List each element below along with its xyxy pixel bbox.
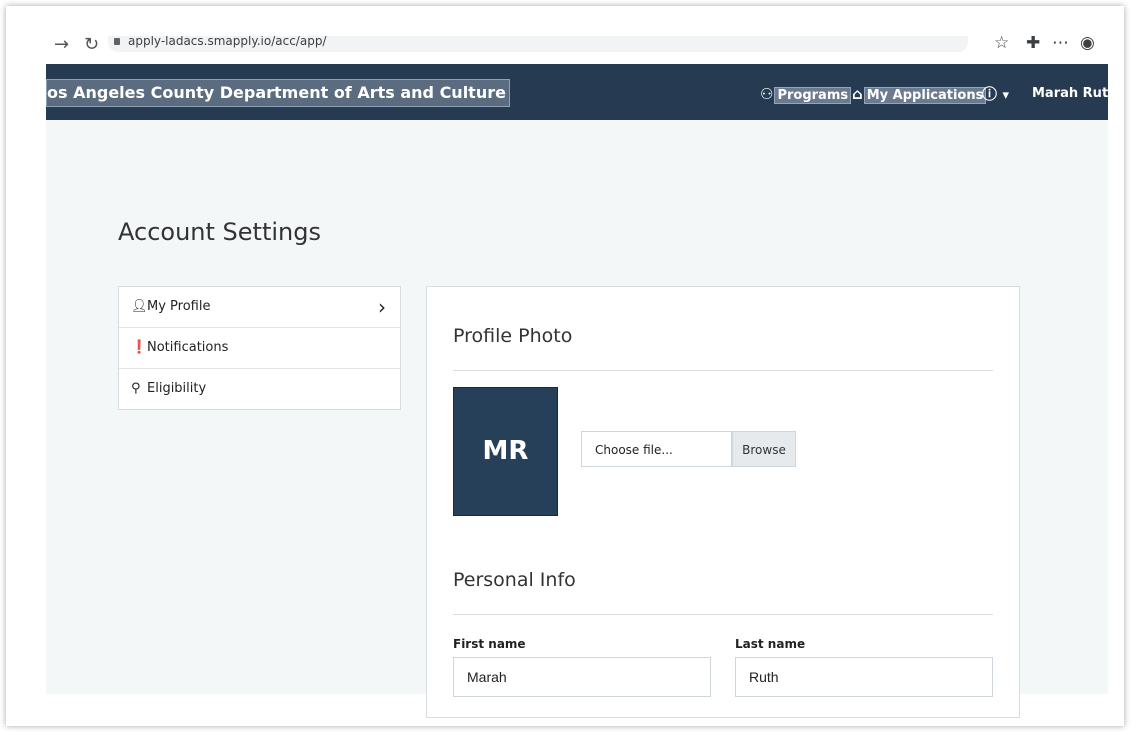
chevron-right-icon: › — [378, 295, 386, 319]
chevron-down-icon: ▾ — [998, 88, 1010, 103]
browser-toolbar: → ↻ apply-ladacs.smapply.io/acc/app/ ☆ ✚… — [46, 36, 1108, 64]
divider — [453, 370, 993, 371]
address-bar-url: apply-ladacs.smapply.io/acc/app/ — [128, 36, 327, 48]
alert-icon: ❗ — [131, 340, 148, 355]
settings-sidebar: 👤︎My Profile › ❗Notifications ⚲ Eligibili… — [118, 286, 401, 410]
nav-my-applications-label: My Applications — [863, 87, 987, 104]
site-brand[interactable]: os Angeles County Department of Arts and… — [46, 79, 510, 107]
more-icon[interactable]: ⋯ — [1052, 36, 1069, 53]
top-navbar: os Angeles County Department of Arts and… — [46, 64, 1117, 120]
first-name-field[interactable]: Marah — [453, 657, 711, 697]
last-name-field[interactable]: Ruth — [735, 657, 993, 697]
file-chooser-input[interactable]: Choose file... — [581, 431, 732, 467]
sidebar-item-eligibility[interactable]: ⚲ Eligibility — [119, 369, 400, 409]
bookmark-icon[interactable]: ☆ — [994, 36, 1009, 53]
nav-my-applications[interactable]: ⌂ My Applications — [852, 83, 987, 105]
page-title: Account Settings — [118, 218, 321, 246]
user-menu[interactable]: Marah Ruth — [1032, 83, 1117, 105]
back-arrow-icon[interactable]: → — [54, 36, 69, 55]
nav-programs[interactable]: ⚇ Programs — [760, 83, 852, 105]
profile-icon[interactable]: ◉ — [1080, 36, 1095, 53]
first-name-label: First name — [453, 637, 526, 651]
profile-photo-heading: Profile Photo — [453, 325, 573, 347]
extensions-icon[interactable]: ✚ — [1026, 36, 1040, 53]
nav-programs-label: Programs — [774, 87, 852, 104]
avatar: MR — [453, 387, 558, 516]
profile-panel: Profile Photo MR Choose file... Browse P… — [426, 286, 1020, 718]
user-icon: 👤︎ — [131, 299, 148, 314]
sidebar-item-notifications[interactable]: ❗Notifications — [119, 328, 400, 369]
home-icon: ⌂ — [852, 85, 863, 103]
info-icon: ⓘ — [982, 85, 998, 103]
sidebar-item-label: My Profile — [147, 299, 211, 314]
main-content: Account Settings 👤︎My Profile › ❗Notific… — [46, 120, 1108, 718]
divider — [453, 614, 993, 615]
sidebar-item-label: Notifications — [147, 340, 229, 355]
sidebar-item-my-profile[interactable]: 👤︎My Profile › — [119, 287, 400, 328]
ribbon-icon: ⚇ — [760, 85, 774, 103]
browse-button[interactable]: Browse — [732, 431, 796, 467]
lock-icon — [114, 38, 120, 45]
user-add-icon: ⚲ — [131, 381, 141, 396]
help-menu[interactable]: ⓘ ▾ — [982, 83, 1009, 105]
personal-info-heading: Personal Info — [453, 569, 576, 591]
reload-icon[interactable]: ↻ — [84, 36, 99, 55]
sidebar-item-label: Eligibility — [147, 381, 207, 396]
last-name-label: Last name — [735, 637, 806, 651]
